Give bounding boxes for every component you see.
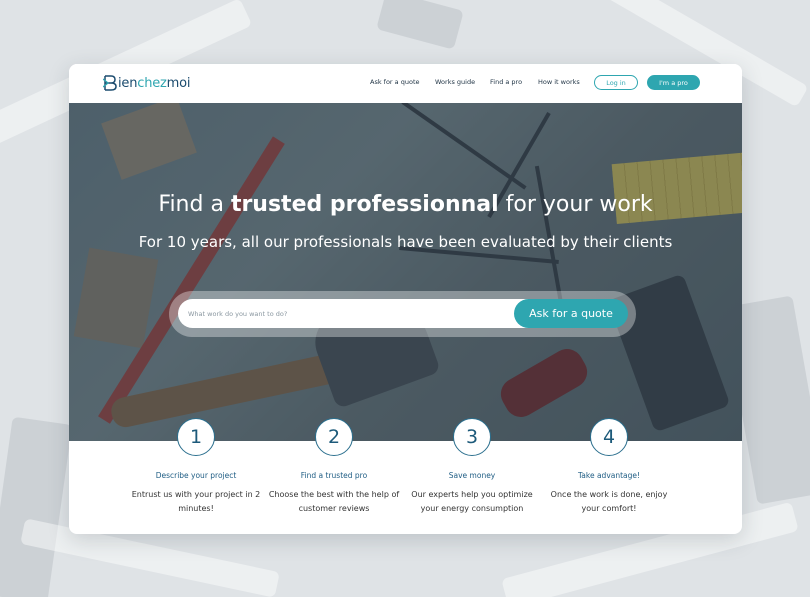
step-title: Describe your project	[155, 471, 237, 480]
step-title: Save money	[448, 471, 496, 480]
hero-subtitle: For 10 years, all our professionals have…	[138, 233, 673, 251]
login-button[interactable]: Log in	[594, 75, 638, 90]
step-title: Take advantage!	[577, 471, 641, 480]
website-card: ienchezmoi Ask for a quote Works guide F…	[69, 64, 742, 534]
logo-b-icon	[103, 75, 117, 91]
top-navbar: ienchezmoi Ask for a quote Works guide F…	[69, 64, 742, 103]
nav-works-guide[interactable]: Works guide	[435, 78, 475, 86]
hero-section: Find a trusted professionnal for your wo…	[69, 103, 742, 441]
pro-button[interactable]: I'm a pro	[647, 75, 700, 90]
search-bar: What work do you want to do? Ask for a q…	[169, 291, 636, 337]
logo[interactable]: ienchezmoi	[103, 75, 191, 91]
step-description: Once the work is done, enjoy your comfor…	[550, 490, 668, 513]
logo-text-part2: chez	[137, 75, 167, 91]
hero-title: Find a trusted professionnal for your wo…	[158, 192, 653, 217]
step-number: 2	[315, 418, 353, 456]
nav-how-it-works[interactable]: How it works	[538, 78, 580, 86]
step-number: 4	[590, 418, 628, 456]
logo-text-part3: moi	[166, 75, 191, 91]
nav-ask-quote[interactable]: Ask for a quote	[370, 78, 420, 86]
step-description: Entrust us with your project in 2 minute…	[131, 490, 261, 513]
step-description: Our experts help you optimize your energ…	[411, 490, 533, 513]
step-number: 3	[453, 418, 491, 456]
step-description: Choose the best with the help of custome…	[268, 490, 400, 513]
step-title: Find a trusted pro	[300, 471, 368, 480]
logo-text-part1: ien	[118, 75, 138, 91]
ask-quote-button[interactable]: Ask for a quote	[514, 299, 628, 328]
nav-find-pro[interactable]: Find a pro	[490, 78, 522, 86]
hero-title-bold: trusted professionnal	[230, 192, 499, 217]
step-number: 1	[177, 418, 215, 456]
